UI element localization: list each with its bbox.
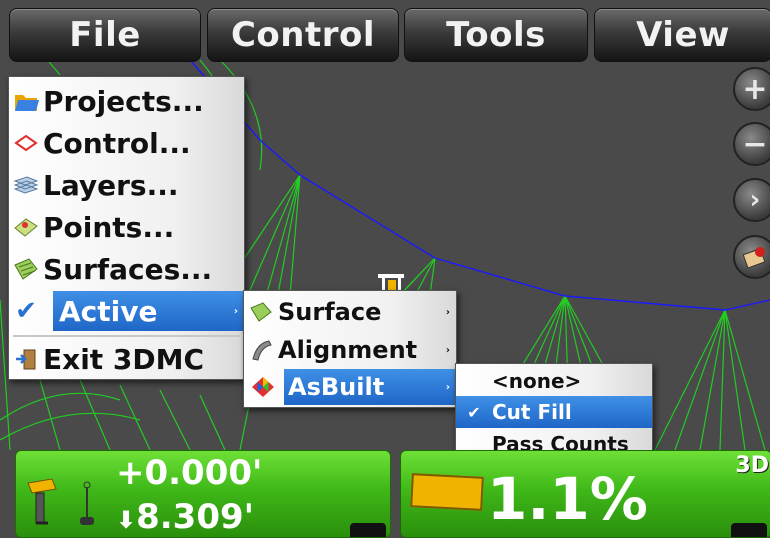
menu-item-control[interactable]: Control... [9,123,244,163]
layers-icon [9,175,43,195]
next-icon[interactable]: › [733,178,770,222]
exit-door-icon [9,347,43,371]
active-submenu: Surface › Alignment › AsBuilt › [243,290,457,408]
elevation-status-panel[interactable]: +0.000' ⬇8.309' [15,450,391,538]
alignment-icon [244,339,278,361]
menu-divider [13,335,240,337]
grade-bar [410,473,484,511]
cut-value: ⬇8.309' [116,497,255,537]
menu-item-points[interactable]: Points... [9,207,244,247]
surface-icon [244,301,278,323]
alignment-line [189,59,770,311]
machine-position-marker [378,274,404,290]
submenu-arrow-icon: › [445,344,450,356]
file-menu: Projects... Control... Layers... Points.… [8,76,245,380]
down-arrow-icon: ⬇ [116,506,137,534]
points-icon [9,216,43,238]
menu-item-layers[interactable]: Layers... [9,165,244,205]
zoom-in-icon[interactable]: + [733,67,770,111]
grade-status-panel[interactable]: 1.1% 3D [400,450,770,538]
submenu-arrow-icon: › [445,381,450,393]
menu-item-projects[interactable]: Projects... [9,81,244,121]
map-view[interactable]: File Control Tools View + − › Projects..… [0,0,770,538]
elevation-offset-value: +0.000' [116,453,263,493]
asbuilt-submenu: <none> ✔ Cut Fill Pass Counts [455,363,653,463]
submenu-item-alignment[interactable]: Alignment › [244,331,456,369]
mode-label: 3D [735,453,769,478]
submenu-item-cut-fill[interactable]: ✔ Cut Fill [456,396,652,428]
menu-control[interactable]: Control [207,8,399,62]
folder-icon [9,89,43,113]
machine-view-icon[interactable] [733,235,770,279]
menu-view[interactable]: View [594,8,770,62]
menu-tools[interactable]: Tools [404,8,588,62]
panel-tab[interactable] [731,523,767,537]
zoom-out-icon[interactable]: − [733,122,770,166]
menu-item-active[interactable]: ✔ Active › [9,291,244,331]
submenu-item-asbuilt[interactable]: AsBuilt › [284,369,456,405]
panel-tab[interactable] [350,523,386,537]
menu-item-exit[interactable]: Exit 3DMC [9,339,244,379]
submenu-item-none[interactable]: <none> [456,366,652,396]
machine-icon [22,473,62,533]
menu-file[interactable]: File [9,8,201,62]
control-diamond-icon [9,133,43,153]
menu-item-surfaces[interactable]: Surfaces... [9,249,244,289]
check-icon: ✔ [15,296,37,326]
asbuilt-icon [250,375,276,403]
submenu-arrow-icon: › [445,306,450,318]
gps-antenna-icon [76,477,98,533]
submenu-item-surface[interactable]: Surface › [244,293,456,331]
submenu-arrow-icon: › [233,305,238,317]
surfaces-icon [9,257,43,281]
grade-value: 1.1% [487,465,648,533]
check-icon: ✔ [467,402,481,422]
